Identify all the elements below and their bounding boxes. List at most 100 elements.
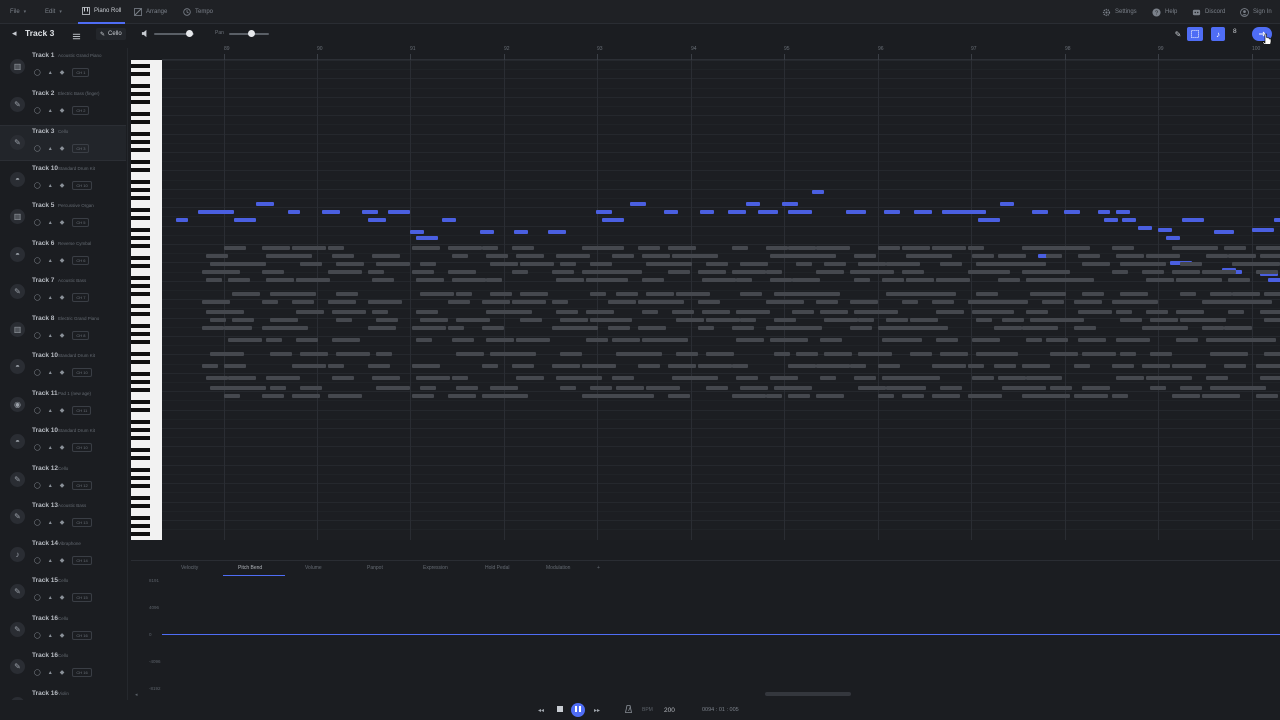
speaker-icon[interactable]: ▴ xyxy=(49,145,52,152)
note[interactable] xyxy=(824,292,840,296)
note[interactable] xyxy=(878,246,900,250)
track-item[interactable]: ✎ Track 2 Electric Bass (finger) ◯ ▴ ◆ CH 2 xyxy=(0,88,126,124)
note[interactable] xyxy=(372,278,394,282)
note[interactable] xyxy=(976,292,998,296)
black-key[interactable] xyxy=(131,504,150,508)
note[interactable] xyxy=(1074,394,1108,398)
speaker-icon[interactable]: ▴ xyxy=(49,257,52,264)
note[interactable] xyxy=(732,364,748,368)
fast-forward-button[interactable]: ▸▸ xyxy=(591,703,603,717)
track-item[interactable]: ◓ Track 6 Reverse Cymbal ◯ ▴ ◆ CH 6 xyxy=(0,238,126,274)
note[interactable] xyxy=(412,246,440,250)
selected-note[interactable] xyxy=(728,210,746,214)
channel-badge[interactable]: CH 2 xyxy=(72,105,90,115)
note[interactable] xyxy=(824,352,852,356)
black-key[interactable] xyxy=(131,64,150,68)
black-key[interactable] xyxy=(131,208,150,212)
note[interactable] xyxy=(1260,310,1280,314)
note[interactable] xyxy=(1210,318,1226,322)
note[interactable] xyxy=(878,270,894,274)
note[interactable] xyxy=(228,376,256,380)
note[interactable] xyxy=(1228,338,1262,342)
note[interactable] xyxy=(556,278,584,282)
selected-note[interactable] xyxy=(782,202,798,206)
note[interactable] xyxy=(816,394,844,398)
note[interactable] xyxy=(824,262,846,266)
black-key[interactable] xyxy=(131,436,150,440)
note[interactable] xyxy=(998,376,1026,380)
headphones-icon[interactable]: ◯ xyxy=(34,632,41,639)
channel-badge[interactable]: CH 10 xyxy=(72,443,92,452)
note[interactable] xyxy=(968,246,984,250)
note[interactable] xyxy=(706,352,734,356)
note[interactable] xyxy=(796,262,812,266)
note[interactable] xyxy=(698,364,732,368)
track-item[interactable]: ◓ Track 10 Standard Drum Kit ◯ ▴ ◆ CH 10 xyxy=(0,350,126,386)
note[interactable] xyxy=(788,246,816,250)
headphones-icon[interactable]: ◯ xyxy=(34,332,41,339)
note[interactable] xyxy=(448,270,476,274)
note[interactable] xyxy=(270,318,298,322)
selected-note[interactable] xyxy=(1138,226,1152,230)
note[interactable] xyxy=(1224,364,1246,368)
black-key[interactable] xyxy=(131,84,150,88)
black-key[interactable] xyxy=(131,284,150,288)
note[interactable] xyxy=(262,326,296,330)
note[interactable] xyxy=(420,318,448,322)
black-key[interactable] xyxy=(131,132,150,136)
note[interactable] xyxy=(224,326,252,330)
note[interactable] xyxy=(638,300,672,304)
pin-icon[interactable]: ◆ xyxy=(60,369,65,376)
note[interactable] xyxy=(1046,278,1080,282)
note[interactable] xyxy=(698,300,720,304)
speaker-icon[interactable]: ▴ xyxy=(49,69,52,76)
note[interactable] xyxy=(936,338,958,342)
note[interactable] xyxy=(520,262,554,266)
note[interactable] xyxy=(1082,292,1104,296)
note[interactable] xyxy=(1120,292,1148,296)
speaker-icon[interactable]: ▴ xyxy=(49,294,52,301)
selected-note[interactable] xyxy=(1104,218,1118,222)
note[interactable] xyxy=(1116,310,1132,314)
note[interactable] xyxy=(266,254,300,258)
black-key[interactable] xyxy=(131,428,150,432)
track-item[interactable]: ✎ Track 7 Acoustic Bass ◯ ▴ ◆ CH 7 xyxy=(0,275,126,311)
note[interactable] xyxy=(1146,278,1174,282)
note[interactable] xyxy=(1260,254,1280,258)
note[interactable] xyxy=(936,278,970,282)
note[interactable] xyxy=(976,262,1004,266)
note[interactable] xyxy=(412,394,434,398)
note[interactable] xyxy=(232,262,266,266)
note[interactable] xyxy=(902,246,930,250)
note[interactable] xyxy=(616,318,632,322)
note[interactable] xyxy=(270,386,286,390)
pin-icon[interactable]: ◆ xyxy=(60,219,65,226)
selected-note[interactable] xyxy=(1182,218,1204,222)
note[interactable] xyxy=(1120,318,1142,322)
headphones-icon[interactable]: ◯ xyxy=(34,294,41,301)
note[interactable] xyxy=(932,364,966,368)
black-key[interactable] xyxy=(131,140,150,144)
note[interactable] xyxy=(940,262,962,266)
black-key[interactable] xyxy=(131,312,150,316)
note[interactable] xyxy=(292,364,326,368)
pin-icon[interactable]: ◆ xyxy=(60,257,65,264)
note[interactable] xyxy=(646,292,674,296)
note[interactable] xyxy=(448,326,464,330)
headphones-icon[interactable]: ◯ xyxy=(34,107,41,114)
note[interactable] xyxy=(796,386,812,390)
note[interactable] xyxy=(816,300,838,304)
note[interactable] xyxy=(1046,338,1068,342)
note[interactable] xyxy=(676,352,698,356)
note[interactable] xyxy=(994,364,1016,368)
note[interactable] xyxy=(882,310,898,314)
note[interactable] xyxy=(1146,310,1168,314)
selected-note[interactable] xyxy=(1268,278,1280,282)
note[interactable] xyxy=(582,364,616,368)
note[interactable] xyxy=(590,386,612,390)
black-key[interactable] xyxy=(131,120,150,124)
note[interactable] xyxy=(1082,352,1116,356)
note[interactable] xyxy=(936,254,952,258)
headphones-icon[interactable]: ◯ xyxy=(34,69,41,76)
track-list-button[interactable] xyxy=(72,28,81,46)
